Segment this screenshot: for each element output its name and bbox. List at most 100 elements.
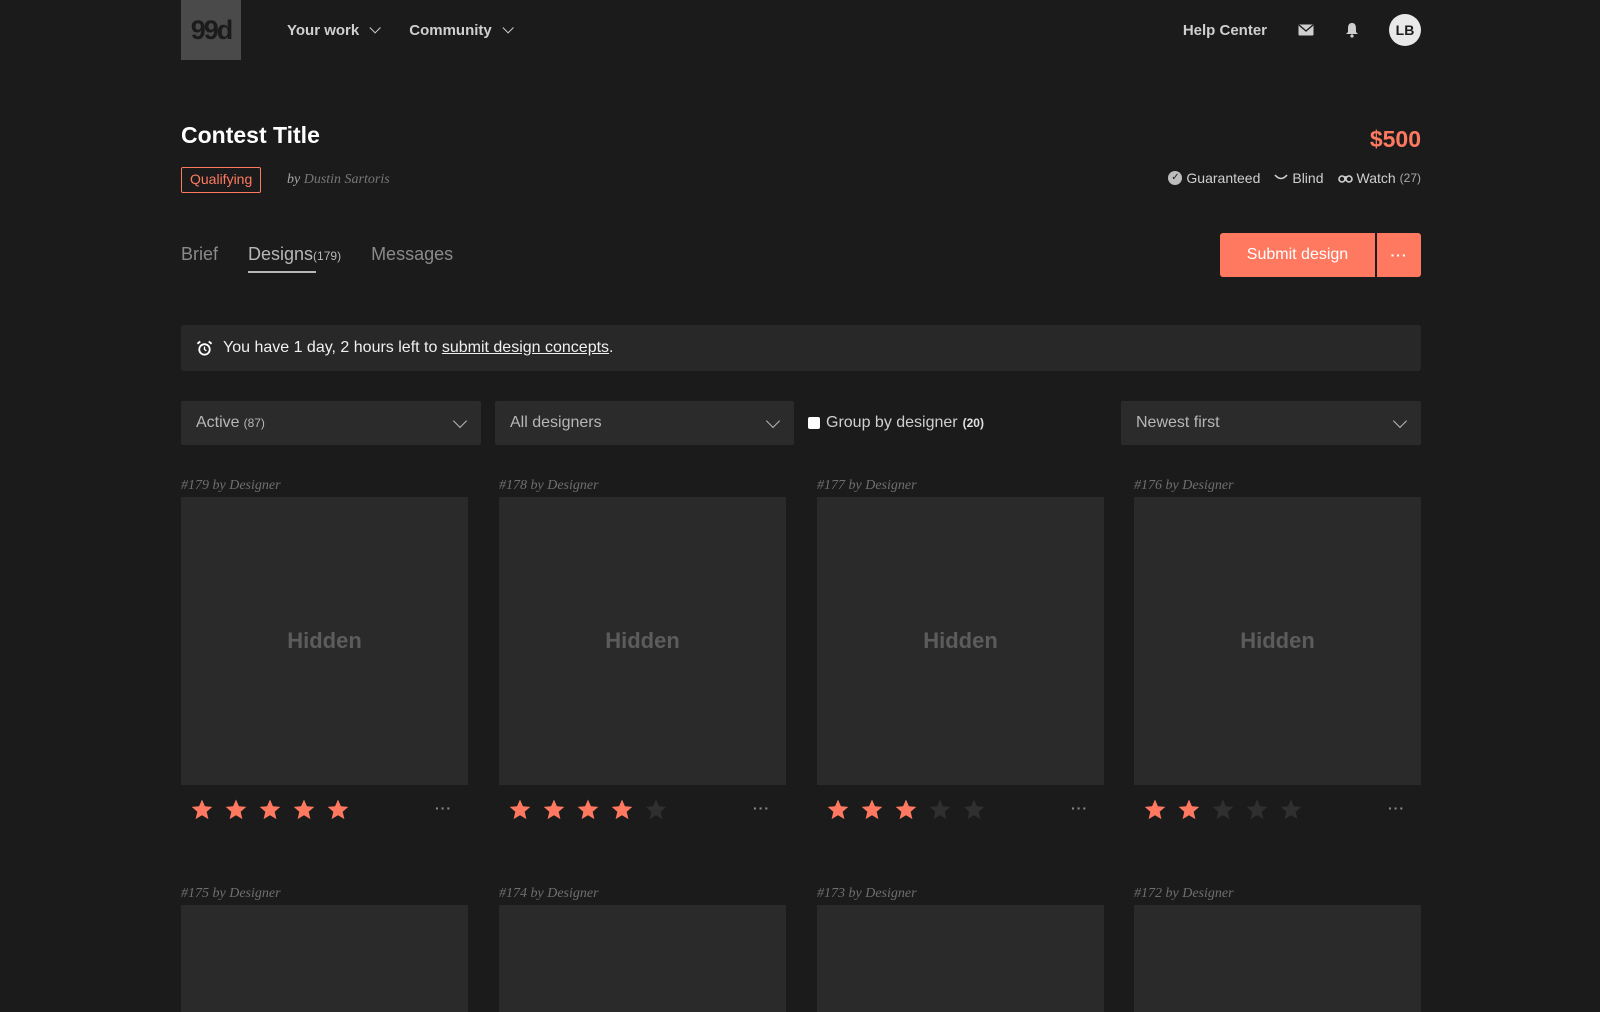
- star-icon[interactable]: [860, 798, 884, 822]
- star-rating[interactable]: [190, 798, 360, 822]
- card-more-button[interactable]: ···: [753, 800, 770, 816]
- design-card-label[interactable]: #176 by Designer: [1134, 478, 1421, 494]
- star-icon[interactable]: [576, 798, 600, 822]
- star-icon[interactable]: [928, 798, 952, 822]
- checkbox[interactable]: [808, 417, 820, 429]
- status-filter-select[interactable]: Active (87): [181, 401, 481, 445]
- chevron-down-icon: [369, 22, 382, 34]
- your-work-label: Your work: [287, 21, 360, 39]
- your-work-menu[interactable]: Your work: [287, 21, 382, 39]
- blind-badge: Blind: [1274, 170, 1324, 186]
- closed-eye-icon: [1274, 174, 1288, 180]
- tab-designs[interactable]: Designs(179): [248, 244, 342, 273]
- star-rating[interactable]: [1143, 798, 1313, 822]
- tab-brief[interactable]: Brief: [181, 244, 218, 271]
- star-icon[interactable]: [1211, 798, 1235, 822]
- nav-right: Help Center LB: [1183, 0, 1421, 60]
- star-icon[interactable]: [224, 798, 248, 822]
- group-by-designer-checkbox[interactable]: Group by designer (20): [808, 414, 984, 432]
- designer-filter-value: All designers: [510, 414, 602, 431]
- mail-icon[interactable]: [1297, 21, 1315, 39]
- design-thumbnail[interactable]: Hidden: [181, 497, 468, 785]
- design-thumbnail[interactable]: [181, 905, 468, 1012]
- design-card: #174 by Designer: [499, 886, 786, 1012]
- star-icon[interactable]: [190, 798, 214, 822]
- contest-meta: ✓ Guaranteed Blind Watch (27): [1154, 170, 1421, 186]
- star-icon[interactable]: [292, 798, 316, 822]
- design-thumbnail[interactable]: [817, 905, 1104, 1012]
- status-filter-count: (87): [243, 416, 265, 430]
- watch-count: (27): [1399, 171, 1421, 185]
- submit-button-group: Submit design ···: [1220, 233, 1421, 277]
- design-card-label[interactable]: #175 by Designer: [181, 886, 468, 902]
- star-icon[interactable]: [1245, 798, 1269, 822]
- submit-design-button[interactable]: Submit design: [1220, 233, 1375, 277]
- tab-messages-label: Messages: [371, 244, 454, 264]
- chevron-down-icon: [502, 22, 514, 34]
- star-rating[interactable]: [508, 798, 678, 822]
- page-title: Contest Title: [181, 122, 320, 148]
- design-card: #173 by Designer: [817, 886, 1104, 1012]
- design-thumbnail[interactable]: Hidden: [817, 497, 1104, 785]
- designer-filter-select[interactable]: All designers: [495, 401, 794, 445]
- star-rating[interactable]: [826, 798, 996, 822]
- design-card-label[interactable]: #173 by Designer: [817, 886, 1104, 902]
- submit-concepts-link[interactable]: submit design concepts: [442, 339, 609, 357]
- bell-icon[interactable]: [1343, 21, 1361, 39]
- design-thumbnail[interactable]: Hidden: [499, 497, 786, 785]
- avatar[interactable]: LB: [1389, 14, 1421, 46]
- design-card: #179 by Designer Hidden ···: [181, 478, 468, 820]
- design-card: #177 by Designer Hidden ···: [817, 478, 1104, 820]
- design-card-label[interactable]: #177 by Designer: [817, 478, 1104, 494]
- star-icon[interactable]: [644, 798, 668, 822]
- star-icon[interactable]: [610, 798, 634, 822]
- design-card: #178 by Designer Hidden ···: [499, 478, 786, 820]
- design-thumbnail[interactable]: [1134, 905, 1421, 1012]
- design-card: #172 by Designer: [1134, 886, 1421, 1012]
- card-more-button[interactable]: ···: [435, 800, 452, 816]
- tab-brief-label: Brief: [181, 244, 219, 264]
- design-thumbnail[interactable]: Hidden: [1134, 497, 1421, 785]
- card-more-button[interactable]: ···: [1071, 800, 1088, 816]
- logo[interactable]: 99d: [181, 0, 241, 60]
- star-icon[interactable]: [1143, 798, 1167, 822]
- star-icon[interactable]: [1177, 798, 1201, 822]
- guaranteed-badge: ✓ Guaranteed: [1168, 170, 1260, 186]
- design-card-label[interactable]: #172 by Designer: [1134, 886, 1421, 902]
- card-more-button[interactable]: ···: [1388, 800, 1405, 816]
- more-actions-button[interactable]: ···: [1377, 233, 1421, 277]
- group-by-count: (20): [962, 416, 984, 430]
- star-icon[interactable]: [1279, 798, 1303, 822]
- tab-designs-label: Designs: [248, 244, 314, 264]
- sort-select[interactable]: Newest first: [1121, 401, 1421, 445]
- design-thumbnail[interactable]: [499, 905, 786, 1012]
- star-icon[interactable]: [326, 798, 350, 822]
- design-card-label[interactable]: #178 by Designer: [499, 478, 786, 494]
- chevron-down-icon: [1392, 413, 1408, 429]
- community-menu[interactable]: Community: [409, 22, 514, 39]
- star-icon[interactable]: [542, 798, 566, 822]
- prize-amount: $500: [1369, 126, 1421, 152]
- notice-suffix: .: [609, 339, 614, 356]
- status-badge: Qualifying: [181, 167, 262, 193]
- help-center-link[interactable]: Help Center: [1183, 22, 1267, 39]
- star-icon[interactable]: [826, 798, 850, 822]
- star-icon[interactable]: [962, 798, 986, 822]
- watch-button[interactable]: Watch (27): [1337, 170, 1421, 186]
- watch-label: Watch: [1356, 170, 1396, 186]
- status-filter-value: Active: [196, 414, 240, 431]
- tab-messages[interactable]: Messages: [371, 244, 453, 271]
- contest-tabs: Brief Designs(179) Messages: [181, 244, 483, 273]
- top-nav: 99d Your work Community Help Center LB: [181, 0, 1421, 60]
- tab-designs-count: (179): [313, 249, 342, 263]
- star-icon[interactable]: [258, 798, 282, 822]
- star-icon[interactable]: [894, 798, 918, 822]
- author-link[interactable]: Dustin Sartoris: [304, 172, 390, 187]
- design-card-label[interactable]: #174 by Designer: [499, 886, 786, 902]
- alarm-clock-icon: [196, 340, 213, 356]
- design-card-label[interactable]: #179 by Designer: [181, 478, 468, 494]
- binoculars-icon: [1337, 175, 1353, 183]
- check-circle-icon: ✓: [1168, 171, 1183, 185]
- star-icon[interactable]: [508, 798, 532, 822]
- contest-byline: by Dustin Sartoris: [287, 172, 390, 188]
